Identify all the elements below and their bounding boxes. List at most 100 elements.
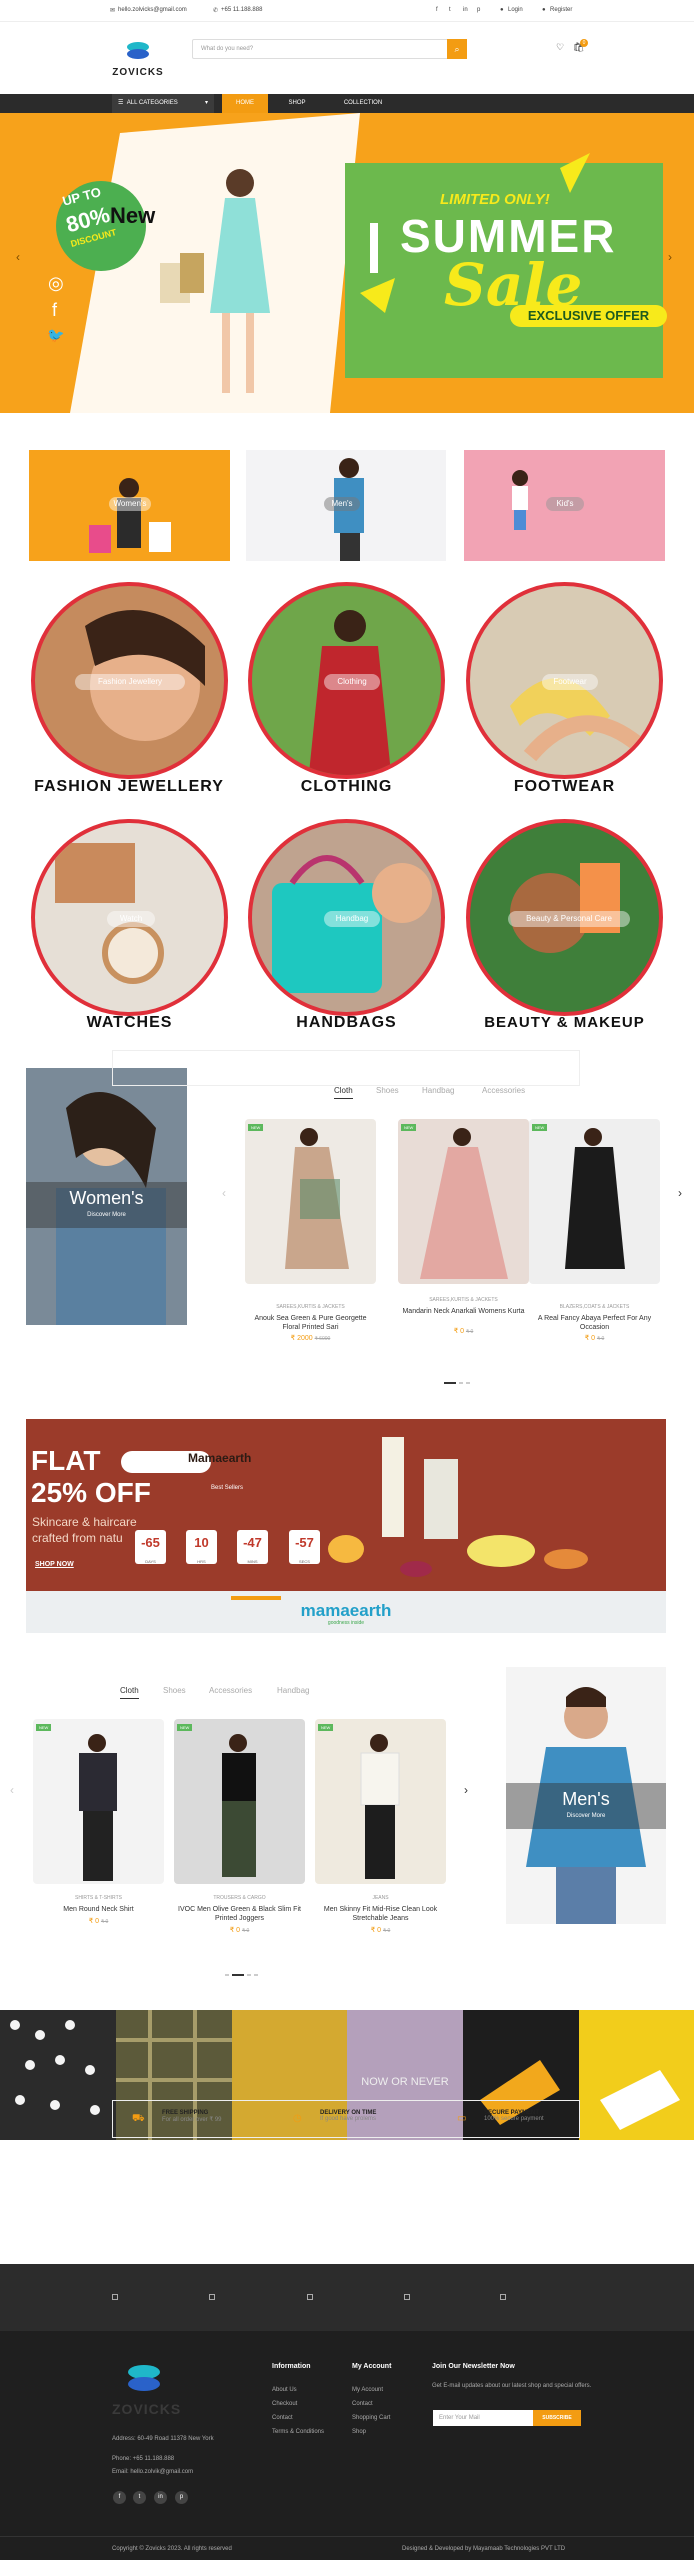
men-tab-handbag[interactable]: Handbag [277,1686,309,1695]
men-next-arrow[interactable]: › [464,1783,468,1797]
footer-link-terms[interactable]: Terms & Conditions [272,2429,324,2435]
category-jewellery-pill: Fashion Jewellery [75,674,185,690]
hero-prev-arrow[interactable]: ‹ [16,250,20,264]
product-card[interactable]: NEW [174,1719,305,1884]
men-promo-card[interactable]: Men's Discover More [506,1667,666,1924]
login-link[interactable]: Login [508,7,523,13]
women-tab-handbag[interactable]: Handbag [422,1086,454,1095]
search-button[interactable]: ⌕ [447,39,467,59]
hero-banner: UP TO 80% DISCOUNT New ◎ f 🐦 LIMITED ONL… [0,113,694,413]
banner-kids[interactable]: Kid's [464,450,665,561]
nav-shop[interactable]: SHOP [274,94,320,113]
logo[interactable]: ZOVICKS [111,40,165,78]
shop-now-link[interactable]: SHOP NOW [35,1561,74,1568]
facebook-icon[interactable]: f [436,7,438,13]
footer-account-heading: My Account [352,2363,392,2370]
nav-collection[interactable]: COLLECTION [336,94,390,113]
logo-mark-icon [127,42,149,59]
twitter-icon[interactable]: t [449,7,451,13]
product-name[interactable]: Men Skinny Fit Mid-Rise Clean Look Stret… [315,1905,446,1923]
twitter-icon[interactable]: t [133,2491,146,2504]
facebook-icon[interactable]: f [52,300,57,321]
men-prev-arrow[interactable]: ‹ [10,1783,14,1797]
footer-link-cart[interactable]: Shopping Cart [352,2415,390,2421]
footer-information-heading: Information [272,2363,311,2370]
feature-delivery: DELIVERY ON TIME If good have prolems [320,2110,376,2122]
women-next-arrow[interactable]: › [678,1186,682,1200]
carousel-dot[interactable] [466,1382,470,1384]
register-link[interactable]: Register [550,7,572,13]
footer-link-shop[interactable]: Shop [352,2429,366,2435]
mail-icon: ✉ [110,8,116,14]
newsletter-email-input[interactable]: Enter Your Mail [433,2410,533,2426]
banner-men[interactable]: Men's [246,450,446,561]
product-name[interactable]: IVOC Men Olive Green & Black Slim Fit Pr… [174,1905,305,1923]
category-beauty[interactable]: Beauty & Personal Care [466,819,663,1016]
pinterest-icon[interactable]: p [477,7,480,13]
product-name[interactable]: Men Round Neck Shirt [33,1905,164,1914]
women-tab-shoes[interactable]: Shoes [376,1086,399,1095]
twitter-icon[interactable]: 🐦 [47,327,64,344]
linkedin-icon[interactable]: in [463,7,468,13]
footer-link-checkout[interactable]: Checkout [272,2401,297,2407]
product-name[interactable]: Anouk Sea Green & Pure Georgette Floral … [245,1314,376,1332]
brand-logo-placeholder [307,2294,313,2300]
category-jewellery[interactable]: Fashion Jewellery [31,582,228,779]
product-category: BLAZERS,COATS & JACKETS [559,1304,630,1310]
product-card[interactable]: NEW [315,1719,446,1884]
category-jewellery-label: FASHION JEWELLERY [34,778,224,795]
nav-home[interactable]: HOME [222,94,268,113]
category-watches[interactable]: Watch [31,819,228,1016]
subscribe-button[interactable]: SUBSCRIBE [533,2410,581,2426]
feature-payment-text: 100% secure payment [484,2116,544,2122]
price-old: ₹ 0 [100,1919,109,1925]
women-discover-link[interactable]: Discover More [26,1212,187,1218]
men-discover-link[interactable]: Discover More [506,1813,666,1819]
footer-logo-icon [128,2365,160,2391]
category-footwear[interactable]: Footwear [466,582,663,779]
all-categories-dropdown[interactable]: ☰ ALL CATEGORIES ▾ [112,94,214,113]
product-card[interactable]: NEW [529,1119,660,1284]
product-category: SHIRTS & T-SHIRTS [75,1895,122,1901]
men-promo-title: Men's [562,1789,610,1809]
product-name[interactable]: Mandarin Neck Anarkali Womens Kurta [398,1307,529,1316]
carousel-dot-active[interactable] [232,1974,244,1976]
men-tab-cloth[interactable]: Cloth [120,1686,139,1699]
footer-link-contact-2[interactable]: Contact [352,2401,373,2407]
footer-link-contact[interactable]: Contact [272,2415,293,2421]
carousel-dot-active[interactable] [444,1382,456,1384]
promo-banner[interactable]: FLAT 25% OFF Mamaearth Best Sellers Skin… [26,1419,666,1591]
brand-logo-placeholder [112,2294,118,2300]
women-tab-accessories[interactable]: Accessories [482,1086,525,1095]
men-tab-accessories[interactable]: Accessories [209,1686,252,1695]
wishlist-icon[interactable]: ♡ [556,42,564,53]
carousel-dot[interactable] [225,1974,229,1976]
category-handbags[interactable]: Handbag [248,819,445,1016]
women-prev-arrow[interactable]: ‹ [222,1186,226,1200]
search-input[interactable]: What do you need? [192,39,467,59]
men-tab-shoes[interactable]: Shoes [163,1686,186,1695]
linkedin-icon[interactable]: in [154,2491,167,2504]
footer-link-my-account[interactable]: My Account [352,2387,383,2393]
category-clothing-pill: Clothing [324,674,380,690]
product-name[interactable]: A Real Fancy Abaya Perfect For Any Occas… [529,1314,660,1332]
facebook-icon[interactable]: f [113,2491,126,2504]
hero-next-arrow[interactable]: › [668,250,672,264]
carousel-dot[interactable] [247,1974,251,1976]
product-image-icon [285,1128,349,1269]
women-tab-cloth[interactable]: Cloth [334,1086,353,1099]
footer-copyright: Copyright © Zovicks 2023. All rights res… [112,2546,232,2552]
product-card[interactable]: NEW [33,1719,164,1884]
instagram-icon[interactable]: ◎ [48,273,64,294]
women-promo-card[interactable]: Women's Discover More [26,1068,187,1325]
cart-count-badge: 0 [580,39,588,47]
count-mins-value: -47 [243,1535,262,1550]
category-clothing[interactable]: Clothing [248,582,445,779]
carousel-dot[interactable] [254,1974,258,1976]
product-card[interactable]: NEW [245,1119,376,1284]
footer-link-about[interactable]: About Us [272,2387,297,2393]
pinterest-icon[interactable]: p [175,2491,188,2504]
product-card[interactable]: NEW [398,1119,529,1284]
banner-women[interactable]: Women's [29,450,230,561]
carousel-dot[interactable] [459,1382,463,1384]
